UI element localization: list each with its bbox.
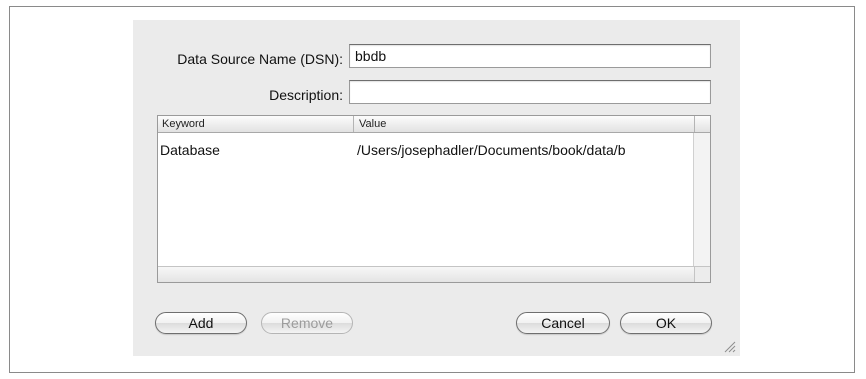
scroll-corner: [694, 266, 710, 282]
keyword-value-table[interactable]: Keyword Value Database /Users/josephadle…: [157, 115, 711, 283]
dsn-dialog: Data Source Name (DSN): bbdb Description…: [133, 20, 740, 356]
vertical-scrollbar[interactable]: [693, 133, 710, 266]
table-header: Keyword Value: [158, 116, 710, 133]
resize-grip-icon[interactable]: [724, 341, 736, 353]
horizontal-scrollbar[interactable]: [158, 266, 710, 282]
add-button[interactable]: Add: [155, 312, 247, 334]
column-separator: [694, 116, 695, 132]
remove-button[interactable]: Remove: [261, 312, 353, 334]
row-value: /Users/josephadler/Documents/book/data/b: [357, 142, 626, 158]
ok-button[interactable]: OK: [620, 312, 712, 334]
column-separator: [353, 116, 354, 132]
cancel-button[interactable]: Cancel: [516, 312, 610, 334]
row-keyword: Database: [160, 142, 220, 158]
dsn-field[interactable]: bbdb: [349, 44, 711, 68]
dsn-label: Data Source Name (DSN):: [177, 51, 343, 67]
column-header-keyword[interactable]: Keyword: [162, 117, 205, 131]
description-field[interactable]: [349, 80, 711, 104]
description-label: Description:: [269, 87, 343, 103]
column-header-value[interactable]: Value: [359, 117, 386, 131]
